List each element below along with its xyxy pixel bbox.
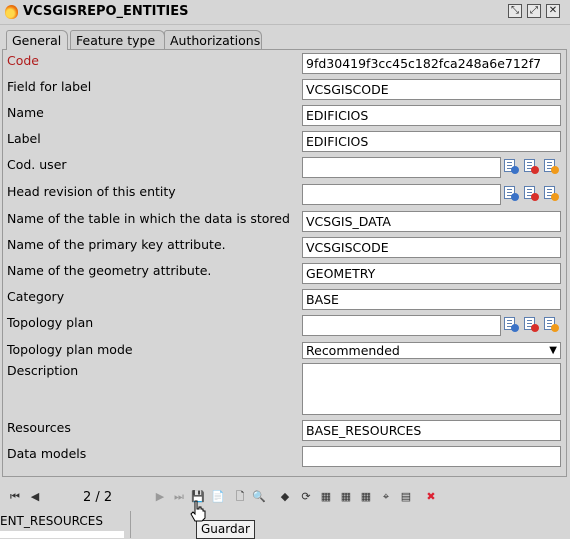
divider	[130, 511, 131, 538]
data-models-label: Data models	[7, 446, 87, 461]
table-columns-icon[interactable]: ▦	[358, 489, 374, 505]
table-name-label: Name of the table in which the data is s…	[7, 211, 290, 226]
topology-plan-mode-select[interactable]: Recommended ▼	[302, 342, 561, 359]
label-label: Label	[7, 131, 41, 146]
head-revision-buttons	[503, 184, 563, 204]
clear-record-button[interactable]	[523, 157, 540, 176]
list-strip	[0, 531, 124, 538]
refresh-icon[interactable]: ⟳	[298, 489, 314, 505]
pk-attribute-field[interactable]: VCSGISCODE	[302, 237, 561, 258]
table-name-field[interactable]: VCSGIS_DATA	[302, 211, 561, 232]
cod-user-field[interactable]	[302, 157, 501, 178]
save-tooltip: Guardar	[196, 520, 255, 539]
select-record-button[interactable]	[503, 315, 520, 334]
maximize-icon[interactable]: ⤢	[527, 4, 541, 18]
topology-plan-buttons	[503, 315, 563, 335]
category-field[interactable]: BASE	[302, 289, 561, 310]
geometry-attribute-label: Name of the geometry attribute.	[7, 263, 212, 278]
table-add-icon[interactable]: ▦	[318, 489, 334, 505]
cod-user-buttons	[503, 157, 563, 177]
search-icon[interactable]: 🔍	[251, 489, 267, 505]
new-record-icon[interactable]: 📄	[210, 489, 226, 505]
first-record-icon[interactable]: ⏮	[7, 489, 23, 505]
next-record-icon[interactable]: ▶	[152, 489, 168, 505]
close-form-icon[interactable]: ✖	[423, 489, 439, 505]
close-icon[interactable]: ✕	[546, 4, 560, 18]
report-icon[interactable]: ▤	[398, 489, 414, 505]
window-titlebar: VCSGISREPO_ENTITIES ⤡ ⤢ ✕	[0, 0, 570, 25]
tab-authorizations[interactable]: Authorizations	[164, 30, 262, 49]
topology-plan-mode-label: Topology plan mode	[7, 342, 133, 357]
code-field[interactable]: 9fd30419f3cc45c182fca248a6e712f7	[302, 53, 561, 74]
previous-record-icon[interactable]: ◀	[27, 489, 43, 505]
name-field[interactable]: EDIFICIOS	[302, 105, 561, 126]
edit-record-button[interactable]	[543, 157, 560, 176]
navigation-toolbar: ⏮ ◀ 2 / 2 ▶ ⏭ 💾 📄 🗋 🔍 ◆ ⟳ ▦ ▦ ▦ ⌖ ▤ ✖	[0, 486, 570, 510]
clear-record-button[interactable]	[523, 184, 540, 203]
name-label: Name	[7, 105, 44, 120]
label-field[interactable]: EDIFICIOS	[302, 131, 561, 152]
resources-field[interactable]: BASE_RESOURCES	[302, 420, 561, 441]
page-counter: 2 / 2	[83, 490, 113, 505]
resources-label: Resources	[7, 420, 71, 435]
edit-record-button[interactable]	[543, 315, 560, 334]
hand-cursor-icon	[190, 500, 206, 522]
edit-record-button[interactable]	[543, 184, 560, 203]
description-field[interactable]	[302, 363, 561, 415]
topology-plan-mode-value: Recommended	[306, 343, 400, 358]
table-filter-icon[interactable]: ▦	[338, 489, 354, 505]
data-models-field[interactable]	[302, 446, 561, 467]
geometry-attribute-field[interactable]: GEOMETRY	[302, 263, 561, 284]
topology-plan-field[interactable]	[302, 315, 501, 336]
field-for-label-label: Field for label	[7, 79, 92, 94]
tab-feature-type[interactable]: Feature type	[70, 30, 165, 49]
binoculars-icon[interactable]: ⌖	[378, 489, 394, 505]
last-record-icon[interactable]: ⏭	[171, 489, 187, 505]
head-revision-field[interactable]	[302, 184, 501, 205]
cod-user-label: Cod. user	[7, 157, 67, 172]
head-revision-label: Head revision of this entity	[7, 184, 176, 199]
topology-plan-label: Topology plan	[7, 315, 94, 330]
cube-icon[interactable]: ◆	[277, 489, 293, 505]
select-record-button[interactable]	[503, 184, 520, 203]
delete-record-icon[interactable]: 🗋	[232, 489, 248, 505]
window-title: VCSGISREPO_ENTITIES	[23, 4, 189, 19]
field-for-label-field[interactable]: VCSGISCODE	[302, 79, 561, 100]
pk-attribute-label: Name of the primary key attribute.	[7, 237, 226, 252]
clear-record-button[interactable]	[523, 315, 540, 334]
app-flame-icon	[5, 5, 18, 19]
code-label: Code	[7, 53, 40, 68]
restore-icon[interactable]: ⤡	[508, 4, 522, 18]
resources-text: ENT_RESOURCES	[0, 514, 103, 528]
tab-general[interactable]: General	[6, 30, 68, 50]
select-record-button[interactable]	[503, 157, 520, 176]
chevron-down-icon[interactable]: ▼	[549, 343, 557, 358]
category-label: Category	[7, 289, 65, 304]
description-label: Description	[7, 363, 79, 378]
